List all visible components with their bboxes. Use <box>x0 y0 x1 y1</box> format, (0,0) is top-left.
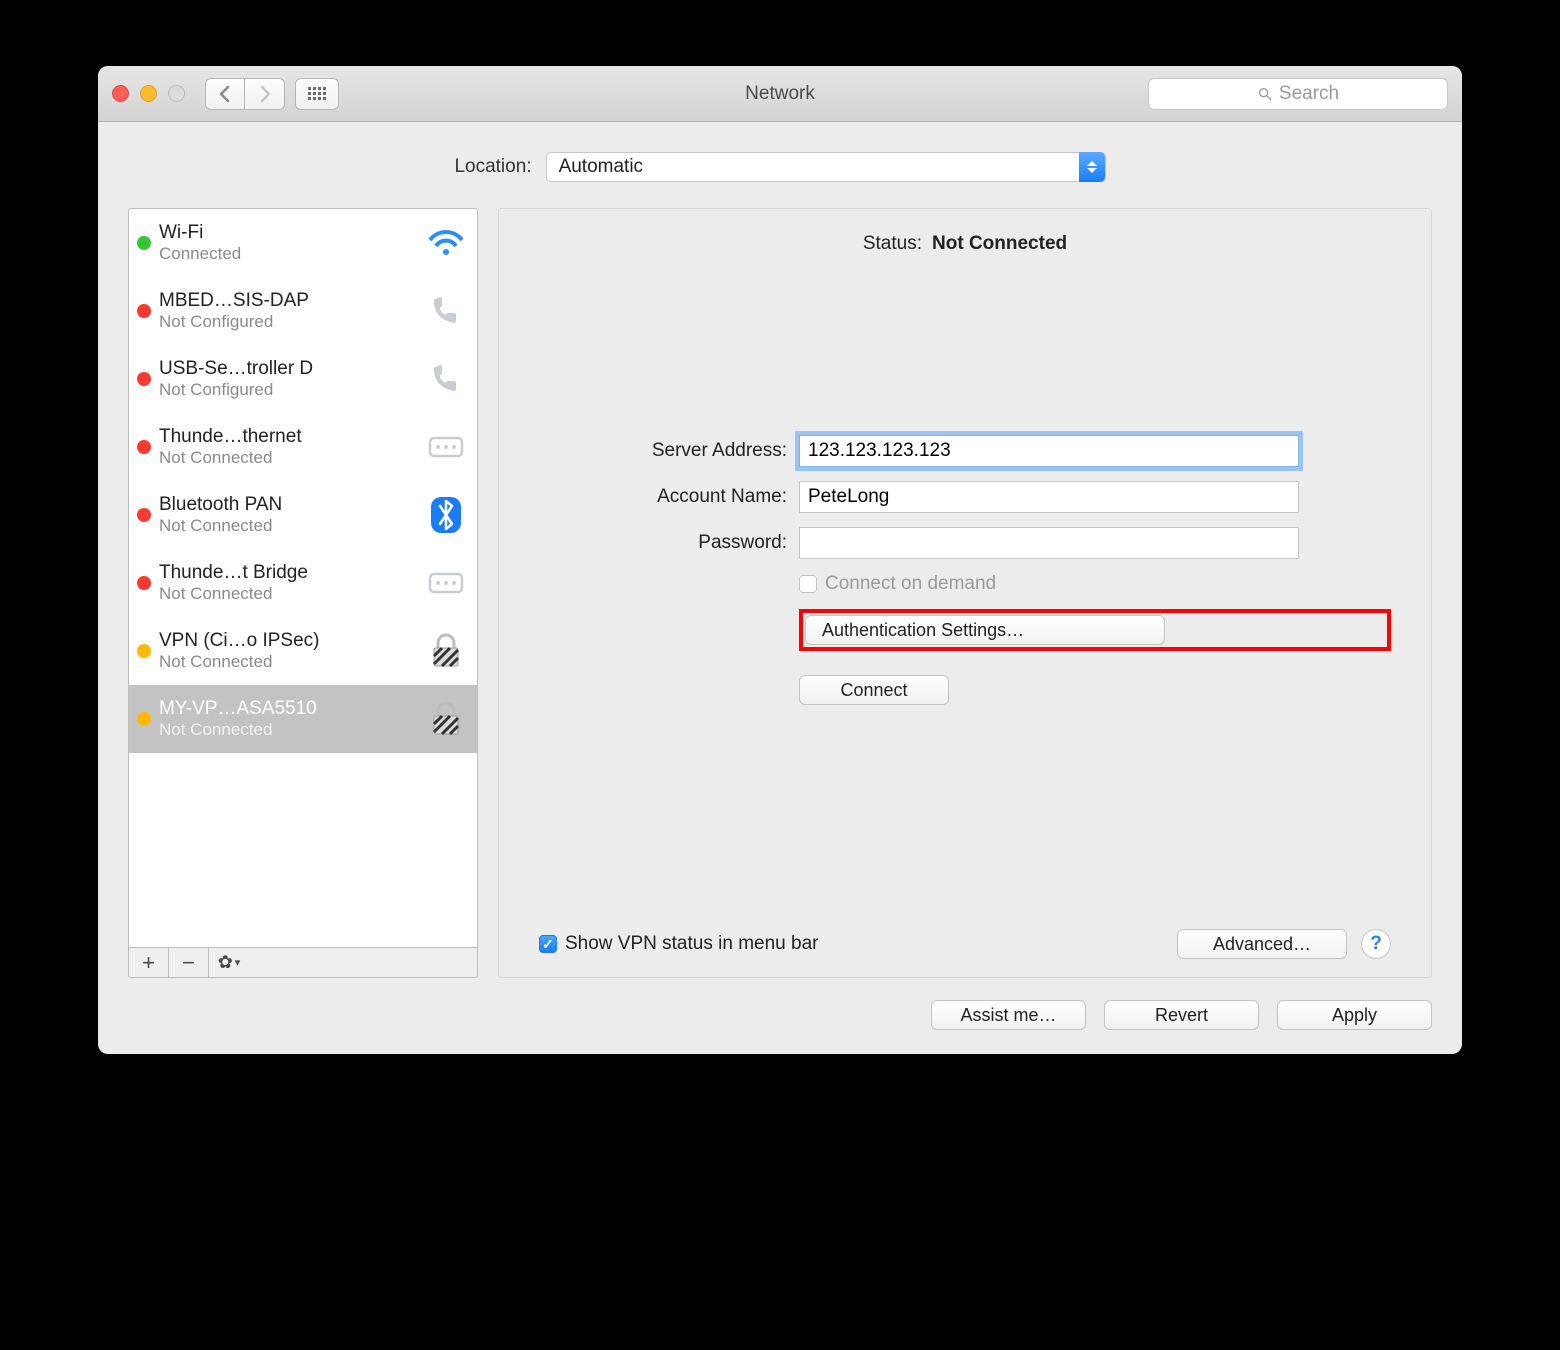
authentication-settings-button[interactable]: Authentication Settings… <box>805 615 1165 645</box>
lock-icon <box>423 701 469 737</box>
location-label: Location: <box>454 156 531 178</box>
connect-on-demand-label: Connect on demand <box>825 573 996 595</box>
lock-icon <box>423 633 469 669</box>
account-name-label: Account Name: <box>539 486 799 508</box>
phone-icon <box>423 293 469 329</box>
show-vpn-label: Show VPN status in menu bar <box>565 933 818 955</box>
location-value: Automatic <box>559 156 643 178</box>
gear-icon: ✿ <box>218 952 233 973</box>
show-all-button[interactable] <box>295 78 339 110</box>
service-actions-button[interactable]: ✿▾ <box>209 948 249 977</box>
panel-footer: Show VPN status in menu bar Advanced… ? <box>539 929 1391 959</box>
advanced-button[interactable]: Advanced… <box>1177 929 1347 959</box>
status-dot <box>137 576 151 590</box>
wifi-icon <box>423 225 469 261</box>
password-row: Password: <box>539 527 1391 559</box>
service-name: MY-VP…ASA5510 <box>159 698 423 720</box>
forward-button[interactable] <box>245 78 285 110</box>
minimize-window-button[interactable] <box>140 85 157 102</box>
service-name: Wi-Fi <box>159 222 423 244</box>
zoom-window-button[interactable] <box>168 85 185 102</box>
status-dot <box>137 236 151 250</box>
phone-icon <box>423 361 469 397</box>
sidebar-item-thunder-bridge[interactable]: Thunde…t Bridge Not Connected <box>129 549 477 617</box>
service-name: MBED…SIS-DAP <box>159 290 423 312</box>
password-label: Password: <box>539 532 799 554</box>
main-columns: Wi-Fi Connected MBED…SIS-DAP Not Configu… <box>128 208 1432 978</box>
form-rows: Server Address: Account Name: Password: … <box>539 435 1391 705</box>
service-status: Not Connected <box>159 516 423 536</box>
grid-icon <box>308 87 326 100</box>
body-area: Location: Automatic Wi-Fi Connected <box>98 122 1462 1054</box>
sidebar-item-bluetooth-pan[interactable]: Bluetooth PAN Not Connected <box>129 481 477 549</box>
add-service-button[interactable]: + <box>129 948 169 977</box>
service-sidebar: Wi-Fi Connected MBED…SIS-DAP Not Configu… <box>128 208 478 978</box>
sidebar-item-vpn-cisco[interactable]: VPN (Ci…o IPSec) Not Connected <box>129 617 477 685</box>
back-button[interactable] <box>205 78 245 110</box>
status-row: Status: Not Connected <box>539 233 1391 255</box>
search-placeholder: Search <box>1279 83 1339 105</box>
connect-button[interactable]: Connect <box>799 675 949 705</box>
revert-button[interactable]: Revert <box>1104 1000 1259 1030</box>
sidebar-item-my-vpn-asa5510[interactable]: MY-VP…ASA5510 Not Connected <box>129 685 477 753</box>
titlebar: Network Search <box>98 66 1462 122</box>
service-status: Not Connected <box>159 448 423 468</box>
remove-service-button[interactable]: − <box>169 948 209 977</box>
service-name: Bluetooth PAN <box>159 494 423 516</box>
stepper-icon <box>1079 152 1105 182</box>
service-status: Not Connected <box>159 720 423 740</box>
status-value: Not Connected <box>932 233 1067 255</box>
status-dot <box>137 372 151 386</box>
sidebar-item-thunder-ethernet[interactable]: Thunde…thernet Not Connected <box>129 413 477 481</box>
sidebar-item-usb-serial[interactable]: USB-Se…troller D Not Configured <box>129 345 477 413</box>
bottom-buttons: Assist me… Revert Apply <box>128 1000 1432 1030</box>
window-controls <box>112 85 185 102</box>
help-button[interactable]: ? <box>1361 929 1391 959</box>
ethernet-icon <box>423 565 469 601</box>
sidebar-footer: + − ✿▾ <box>128 948 478 978</box>
service-name: USB-Se…troller D <box>159 358 423 380</box>
close-window-button[interactable] <box>112 85 129 102</box>
assist-me-button[interactable]: Assist me… <box>931 1000 1086 1030</box>
show-vpn-checkbox[interactable] <box>539 935 557 953</box>
service-status: Not Connected <box>159 584 423 604</box>
server-address-row: Server Address: <box>539 435 1391 467</box>
password-input[interactable] <box>799 527 1299 559</box>
chevron-down-icon: ▾ <box>235 956 241 969</box>
account-name-row: Account Name: <box>539 481 1391 513</box>
nav-buttons <box>205 78 285 110</box>
server-address-label: Server Address: <box>539 440 799 462</box>
service-name: VPN (Ci…o IPSec) <box>159 630 423 652</box>
detail-panel: Status: Not Connected Server Address: Ac… <box>498 208 1432 978</box>
service-status: Connected <box>159 244 423 264</box>
status-dot <box>137 440 151 454</box>
sidebar-item-mbed[interactable]: MBED…SIS-DAP Not Configured <box>129 277 477 345</box>
status-label: Status: <box>863 233 922 255</box>
location-select[interactable]: Automatic <box>546 152 1106 182</box>
status-dot <box>137 712 151 726</box>
apply-button[interactable]: Apply <box>1277 1000 1432 1030</box>
service-status: Not Configured <box>159 312 423 332</box>
service-name: Thunde…t Bridge <box>159 562 423 584</box>
network-preferences-window: Network Search Location: Automatic <box>98 66 1462 1054</box>
status-dot <box>137 508 151 522</box>
auth-settings-highlight: Authentication Settings… <box>799 609 1391 651</box>
connect-on-demand-row[interactable]: Connect on demand <box>799 573 1391 595</box>
search-icon <box>1257 86 1273 102</box>
location-row: Location: Automatic <box>128 152 1432 182</box>
service-status: Not Connected <box>159 652 423 672</box>
ethernet-icon <box>423 429 469 465</box>
bluetooth-icon <box>423 497 469 533</box>
service-status: Not Configured <box>159 380 423 400</box>
service-list[interactable]: Wi-Fi Connected MBED…SIS-DAP Not Configu… <box>128 208 478 948</box>
service-name: Thunde…thernet <box>159 426 423 448</box>
sidebar-item-wifi[interactable]: Wi-Fi Connected <box>129 209 477 277</box>
connect-on-demand-checkbox[interactable] <box>799 575 817 593</box>
account-name-input[interactable] <box>799 481 1299 513</box>
status-dot <box>137 304 151 318</box>
status-dot <box>137 644 151 658</box>
search-field[interactable]: Search <box>1148 78 1448 110</box>
server-address-input[interactable] <box>799 435 1299 467</box>
